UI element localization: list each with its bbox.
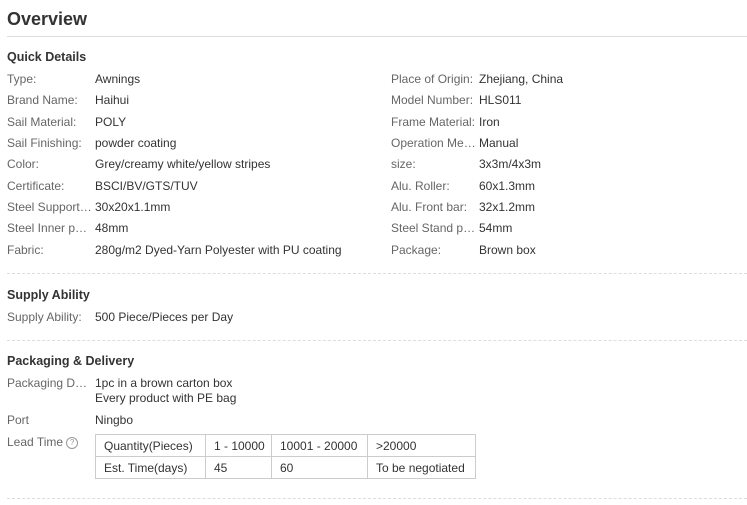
table-header-cell: Quantity(Pieces) <box>95 434 206 457</box>
supply-ability-heading: Supply Ability <box>7 288 90 302</box>
product-overview: Overview Quick Details Type: Awnings Bra… <box>0 0 747 505</box>
table-cell: 1 - 10000 <box>205 434 272 457</box>
help-icon[interactable]: ? <box>66 436 79 449</box>
detail-label-alu-roller: Alu. Roller: <box>391 179 450 193</box>
title-divider <box>7 36 747 37</box>
detail-label-steel-inner-pole: Steel Inner pole: <box>7 221 93 235</box>
table-header-cell: Est. Time(days) <box>95 456 206 479</box>
detail-value-fabric: 280g/m2 Dyed-Yarn Polyester with PU coat… <box>95 243 342 257</box>
detail-label-brand: Brand Name: <box>7 93 78 107</box>
detail-label-alu-front-bar: Alu. Front bar: <box>391 200 468 214</box>
detail-value-steel-inner-pole: 48mm <box>95 221 129 235</box>
table-cell: 10001 - 20000 <box>271 434 368 457</box>
table-cell: To be negotiated <box>367 456 476 479</box>
detail-value-alu-roller: 60x1.3mm <box>479 179 536 193</box>
detail-value-frame-material: Iron <box>479 115 500 129</box>
detail-value-origin: Zhejiang, China <box>479 72 564 86</box>
detail-label-model: Model Number: <box>391 93 474 107</box>
detail-value-alu-front-bar: 32x1.2mm <box>479 200 536 214</box>
detail-value-color: Grey/creamy white/yellow stripes <box>95 157 271 171</box>
detail-label-color: Color: <box>7 157 40 171</box>
detail-value-model: HLS011 <box>479 93 522 107</box>
detail-label-operation: Operation Met... <box>391 136 477 150</box>
detail-label-origin: Place of Origin: <box>391 72 474 86</box>
page-title: Overview <box>7 9 88 29</box>
detail-label-fabric: Fabric: <box>7 243 44 257</box>
section-divider <box>7 273 747 274</box>
table-row: Quantity(Pieces) 1 - 10000 10001 - 20000… <box>95 434 476 457</box>
quick-details-heading: Quick Details <box>7 50 87 64</box>
packaging-details-label: Packaging Det... <box>7 376 93 390</box>
detail-value-steel-support: 30x20x1.1mm <box>95 200 171 214</box>
detail-value-sail-material: POLY <box>95 115 127 129</box>
detail-label-steel-support: Steel Support b... <box>7 200 93 214</box>
section-divider <box>7 498 747 499</box>
table-row: Est. Time(days) 45 60 To be negotiated <box>95 456 476 479</box>
lead-time-text: Lead Time <box>7 435 64 449</box>
detail-value-steel-stand-pole: 54mm <box>479 221 513 235</box>
detail-label-steel-stand-pole: Steel Stand pole: <box>391 221 479 235</box>
packaging-details-line1: 1pc in a brown carton box <box>95 376 233 390</box>
detail-label-package: Package: <box>391 243 442 257</box>
detail-label-frame-material: Frame Material: <box>391 115 476 129</box>
detail-value-size: 3x3m/4x3m <box>479 157 542 171</box>
port-value: Ningbo <box>95 413 134 427</box>
detail-value-brand: Haihui <box>95 93 130 107</box>
table-cell: 45 <box>205 456 272 479</box>
detail-value-certificate: BSCI/BV/GTS/TUV <box>95 179 198 193</box>
detail-label-type: Type: <box>7 72 37 86</box>
packaging-details-line2: Every product with PE bag <box>95 391 237 405</box>
detail-value-type: Awnings <box>95 72 141 86</box>
detail-label-sail-material: Sail Material: <box>7 115 77 129</box>
section-divider <box>7 340 747 341</box>
detail-value-operation: Manual <box>479 136 519 150</box>
detail-value-package: Brown box <box>479 243 536 257</box>
lead-time-label: Lead Time? <box>7 435 79 449</box>
lead-time-table: Quantity(Pieces) 1 - 10000 10001 - 20000… <box>95 434 476 479</box>
supply-ability-value: 500 Piece/Pieces per Day <box>95 310 234 324</box>
table-cell: 60 <box>271 456 368 479</box>
table-cell: >20000 <box>367 434 476 457</box>
port-label: Port <box>7 413 30 427</box>
detail-value-sail-finishing: powder coating <box>95 136 177 150</box>
detail-label-size: size: <box>391 157 416 171</box>
supply-ability-label: Supply Ability: <box>7 310 82 324</box>
packaging-heading: Packaging & Delivery <box>7 354 135 368</box>
detail-label-sail-finishing: Sail Finishing: <box>7 136 82 150</box>
detail-label-certificate: Certificate: <box>7 179 65 193</box>
